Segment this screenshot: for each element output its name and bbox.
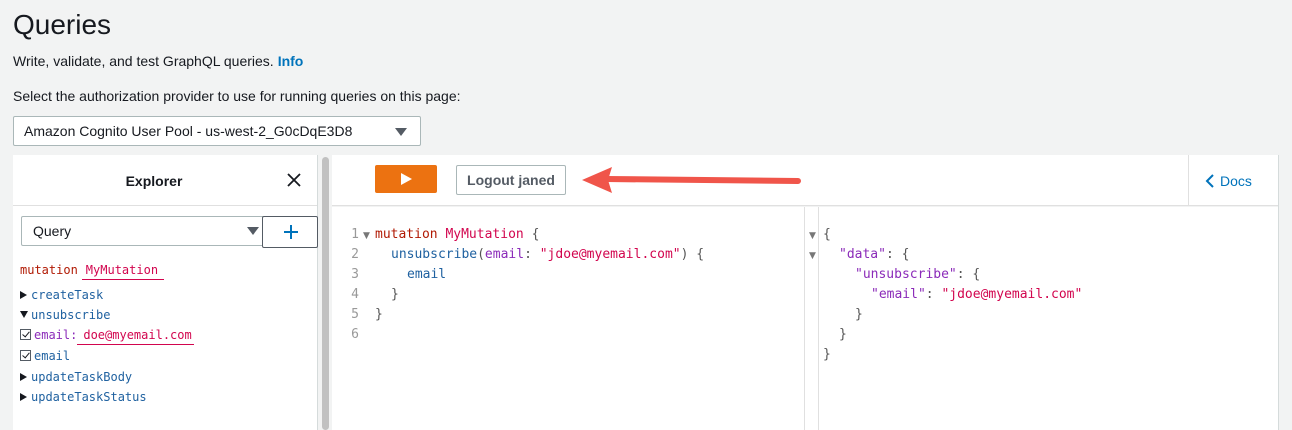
json-token: } <box>855 307 863 322</box>
close-icon[interactable] <box>286 172 302 188</box>
tree-item-label: email <box>34 349 71 363</box>
json-token: { <box>823 227 831 242</box>
page-subtitle: Write, validate, and test GraphQL querie… <box>13 53 303 69</box>
result-line-4: "email": "jdoe@myemail.com" <box>871 287 1082 302</box>
tree-item-label: createTask <box>31 288 104 302</box>
docs-label: Docs <box>1220 173 1252 189</box>
operation-keyword: mutation <box>20 263 78 277</box>
line-number: 2 <box>351 247 359 262</box>
json-token: "unsubscribe" <box>855 267 957 282</box>
operation-row: mutation MyMutation <box>20 263 165 280</box>
code-token: email <box>484 247 525 262</box>
operation-type-select[interactable]: Query <box>21 216 269 246</box>
checkbox-icon[interactable] <box>20 350 31 361</box>
json-token: "email" <box>871 287 926 302</box>
tree-item-unsubscribe[interactable]: unsubscribe <box>20 308 110 322</box>
result-line-3: "unsubscribe": { <box>855 267 980 282</box>
annotation-arrow-icon <box>582 167 801 193</box>
code-line-3: email <box>407 267 446 282</box>
explorer-title: Explorer <box>125 173 183 189</box>
code-token: } <box>375 307 383 322</box>
result-viewer <box>818 207 1278 430</box>
tree-item-label: updateTaskBody <box>31 370 133 384</box>
code-line-4: } <box>391 287 399 302</box>
code-line-5: } <box>375 307 383 322</box>
caret-down-icon <box>247 227 259 235</box>
run-query-button[interactable] <box>375 165 437 193</box>
add-operation-button[interactable] <box>262 216 318 248</box>
expand-right-icon <box>20 373 27 381</box>
tree-item-label: unsubscribe <box>31 308 111 322</box>
json-token: : { <box>885 247 910 262</box>
line-number: 6 <box>351 327 359 342</box>
code-token: } <box>391 287 399 302</box>
checkbox-icon[interactable] <box>20 329 31 340</box>
expand-right-icon <box>20 393 27 401</box>
line-number: 3 <box>351 267 359 282</box>
json-token: } <box>823 347 831 362</box>
result-line-5: } <box>855 307 863 322</box>
arg-name: email: <box>34 328 78 342</box>
json-token: : <box>925 287 942 302</box>
code-token: unsubscribe <box>391 247 478 262</box>
logout-button[interactable]: Logout janed <box>456 165 566 195</box>
line-number: 1 <box>351 227 359 242</box>
tree-item-update-task-body[interactable]: updateTaskBody <box>20 370 132 384</box>
code-line-2: unsubscribe(email: "jdoe@myemail.com") { <box>391 247 704 262</box>
play-icon <box>401 173 412 185</box>
explorer-scrollbar-thumb[interactable] <box>322 157 329 430</box>
code-line-1: mutation MyMutation { <box>375 227 539 242</box>
json-token: : { <box>956 267 981 282</box>
expand-down-icon <box>20 311 28 318</box>
subtitle-text: Write, validate, and test GraphQL querie… <box>13 53 274 69</box>
code-token: { <box>531 227 540 242</box>
code-token: : <box>524 247 532 262</box>
page-title: Queries <box>13 9 112 40</box>
json-token: "jdoe@myemail.com" <box>941 287 1083 302</box>
json-token: "data" <box>839 247 886 262</box>
docs-button[interactable]: Docs <box>1205 173 1252 189</box>
expand-right-icon <box>20 291 27 299</box>
explorer-header: Explorer <box>13 155 317 206</box>
explorer-panel: Explorer Query mutation MyMutation create… <box>13 155 318 430</box>
code-token: email <box>407 267 447 282</box>
code-token: ) { <box>680 247 705 262</box>
tree-item-label: updateTaskStatus <box>31 390 147 404</box>
fold-arrow-icon[interactable]: ▼ <box>363 231 370 241</box>
line-number: 5 <box>351 307 359 322</box>
tree-arg-email[interactable]: email: doe@myemail.com <box>20 328 194 345</box>
code-token: "jdoe@myemail.com" <box>539 247 681 262</box>
json-token: } <box>839 327 847 342</box>
result-line-7: } <box>823 347 831 362</box>
auth-provider-label: Select the authorization provider to use… <box>13 88 461 104</box>
operation-type-value: Query <box>33 223 72 239</box>
operation-name-input[interactable]: MyMutation <box>81 263 165 280</box>
caret-down-icon <box>395 128 407 136</box>
code-token: MyMutation <box>445 227 524 242</box>
plus-icon <box>284 225 298 239</box>
code-token: ( <box>477 247 485 262</box>
page-right-edge <box>1278 155 1292 430</box>
result-line-2: "data": { <box>839 247 909 262</box>
arg-value-input[interactable]: doe@myemail.com <box>77 328 194 345</box>
line-number: 4 <box>351 287 359 302</box>
tree-field-email[interactable]: email <box>20 349 70 363</box>
chevron-left-icon <box>1205 174 1214 188</box>
auth-provider-value: Amazon Cognito User Pool - us-west-2_G0c… <box>24 123 353 139</box>
tree-item-update-task-status[interactable]: updateTaskStatus <box>20 390 147 404</box>
result-line-6: } <box>839 327 847 342</box>
code-token: mutation <box>375 227 438 242</box>
info-link[interactable]: Info <box>278 53 304 69</box>
tree-item-create-task[interactable]: createTask <box>20 288 103 302</box>
toolbar-divider <box>1188 155 1189 206</box>
fold-arrow-icon[interactable]: ▼ <box>809 251 816 261</box>
result-line-1: { <box>823 227 831 242</box>
fold-arrow-icon[interactable]: ▼ <box>809 231 816 241</box>
auth-provider-select[interactable]: Amazon Cognito User Pool - us-west-2_G0c… <box>13 116 421 146</box>
